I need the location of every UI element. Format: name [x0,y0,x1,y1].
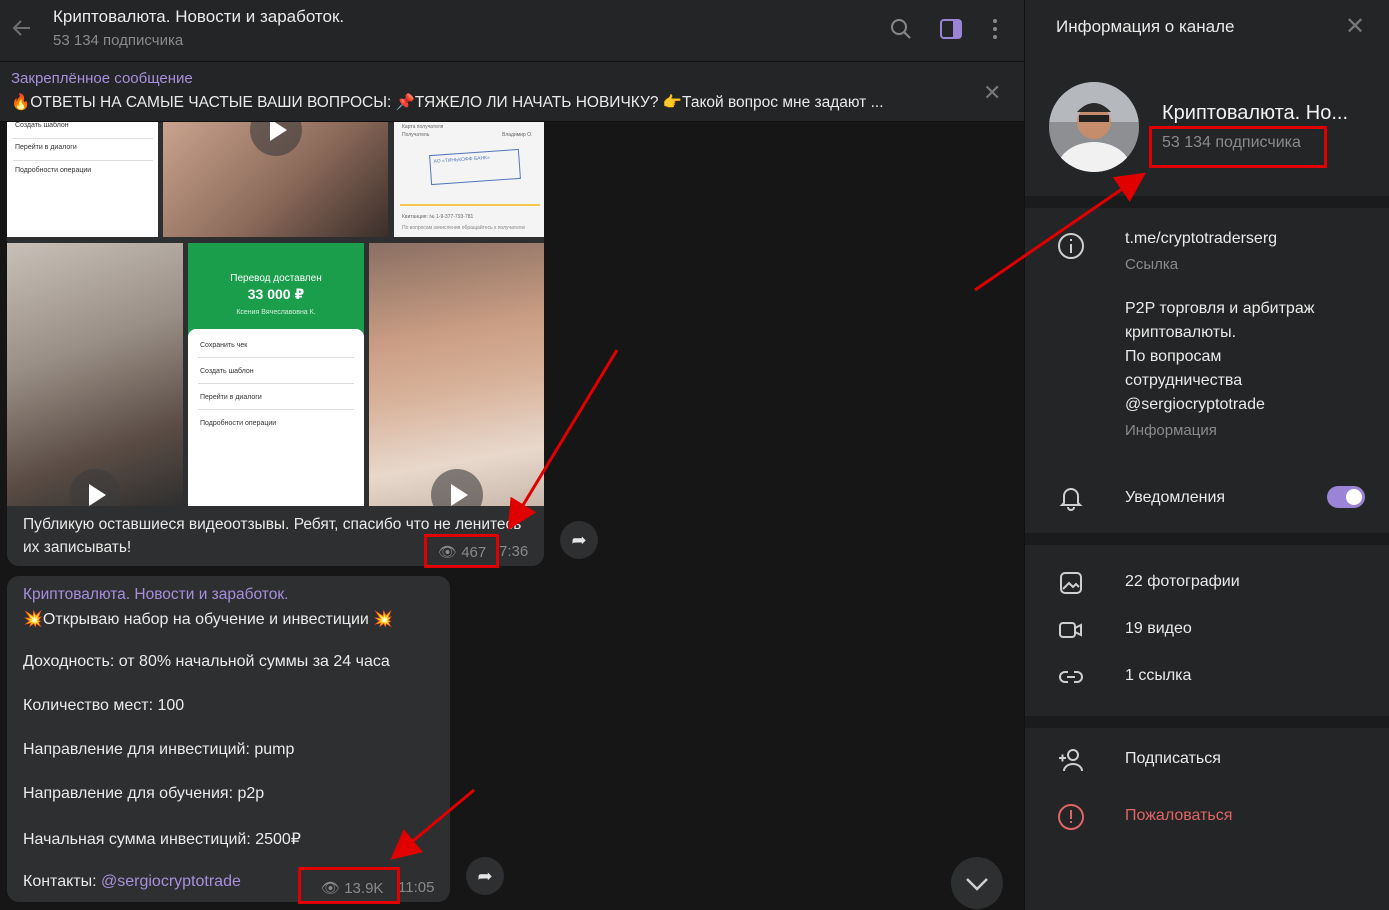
pinned-message-bar[interactable]: Закреплённое сообщение 🔥ОТВЕТЫ НА САМЫЕ … [0,62,1024,122]
notifications-toggle[interactable] [1327,486,1365,508]
doc-text: Владимир О. [502,132,533,138]
message-line: Доходность: от 80% начальной суммы за 24… [23,653,390,670]
annotation-box-views-467 [424,534,499,568]
photos-item[interactable]: 22 фотографии [1125,573,1240,591]
close-icon[interactable]: ✕ [1345,12,1365,41]
message-time: 7:36 [499,543,529,560]
video-thumbnail-man[interactable] [7,243,183,506]
doc-text: Квитанция: № 1-9-377-793-781 [402,214,474,220]
channel-link[interactable]: t.me/cryptotraderserg [1125,230,1277,248]
receipt-item: Перейти в диалоги [15,144,77,151]
close-icon[interactable]: ✕ [983,80,1001,106]
message-line: Направление для инвестиций: pump [23,741,295,758]
receipt-item: Создать шаблон [15,122,69,129]
message-author[interactable]: Криптовалюта. Новости и заработок. [23,586,288,604]
play-icon[interactable] [69,469,121,506]
receipt-item: Создать шаблон [200,368,254,375]
chevron-down-icon [966,878,988,891]
transfer-recipient: Ксения Вячеславовна К. [236,309,316,316]
bio-line: P2P торговля и арбитраж [1125,300,1315,317]
link-icon [1057,663,1085,691]
back-arrow-icon[interactable] [10,16,34,40]
doc-text: По вопросам зачисления обращайтесь к пол… [402,225,526,231]
contacts-line: Контакты: @sergiocryptotrade [23,873,241,890]
share-button[interactable]: ➦ [466,857,504,895]
annotation-box-subscribers [1149,126,1327,168]
doc-text: Карта получателя [402,124,444,130]
text-message[interactable]: Криптовалюта. Новости и заработок. 💥Откр… [7,576,450,902]
info-icon [1057,232,1085,260]
chat-subscriber-count: 53 134 подписчика [53,32,184,49]
transfer-title: Перевод доставлен [230,273,322,284]
divider [1025,196,1389,208]
scroll-down-button[interactable] [951,857,1003,909]
play-icon[interactable] [431,469,483,506]
document-scan[interactable]: Карта получателя Получатель Владимир О. … [394,122,544,237]
share-button[interactable]: ➦ [560,521,598,559]
chat-header[interactable]: Криптовалюта. Новости и заработок. 53 13… [0,0,1024,62]
chat-title[interactable]: Криптовалюта. Новости и заработок. [53,7,344,27]
bio-line: По вопросам [1125,348,1222,365]
bell-icon [1057,484,1085,512]
receipt-screenshot-small[interactable]: Создать шаблон Перейти в диалоги Подробн… [7,122,158,237]
transfer-amount: 33 000 ₽ [247,286,305,302]
play-icon[interactable] [250,122,302,156]
media-album-message[interactable]: Создать шаблон Перейти в диалоги Подробн… [7,122,544,566]
divider [1025,533,1389,545]
transfer-receipt-screenshot[interactable]: Перевод доставлен 33 000 ₽ Ксения Вячесл… [188,243,364,506]
subscribe-button[interactable]: Подписаться [1125,750,1221,768]
receipt-item: Перейти в диалоги [200,394,262,401]
message-line: Количество мест: 100 [23,697,185,714]
avatar[interactable] [1049,82,1139,172]
link-caption: Ссылка [1125,256,1179,273]
message-line: Направление для обучения: p2p [23,785,265,802]
doc-text: Получатель [402,132,430,138]
panel-title: Информация о канале [1056,17,1235,36]
add-user-icon [1057,746,1085,774]
chat-area: Криптовалюта. Новости и заработок. 53 13… [0,0,1024,910]
search-icon[interactable] [889,17,913,41]
telegram-window: Криптовалюта. Новости и заработок. 53 13… [0,0,1389,910]
videos-item[interactable]: 19 видео [1125,620,1192,638]
pinned-text[interactable]: 🔥ОТВЕТЫ НА САМЫЕ ЧАСТЫЕ ВАШИ ВОПРОСЫ: 📌Т… [11,93,884,112]
channel-name: Криптовалюта. Но... [1162,102,1348,124]
pinned-label: Закреплённое сообщение [11,70,193,87]
bank-stamp: АО «ТИНЬКОФФ БАНК» [429,148,521,186]
message-time: 11:05 [398,879,435,896]
video-icon [1057,616,1085,644]
contacts-link[interactable]: @sergiocryptotrade [101,873,241,890]
message-line: 💥Открываю набор на обучение и инвестиции… [23,611,394,628]
bio-line: криптовалюты. [1125,324,1237,341]
links-item[interactable]: 1 ссылка [1125,667,1191,685]
video-thumbnail-woman[interactable] [369,243,544,506]
more-vertical-icon[interactable] [983,17,1007,41]
video-thumbnail-child[interactable] [163,122,388,237]
annotation-box-views-13k [298,867,400,904]
divider [1025,716,1389,728]
receipt-item: Подробности операции [15,167,92,174]
receipt-item: Подробности операции [200,420,277,427]
message-line: Начальная сумма инвестиций: 2500₽ [23,831,301,848]
bio-line: сотрудничества [1125,372,1243,389]
bio-link[interactable]: @sergiocryptotrade [1125,396,1265,414]
sidebar-toggle-icon[interactable] [939,17,963,41]
notifications-label: Уведомления [1125,489,1226,506]
bio-caption: Информация [1125,422,1217,439]
photo-icon [1057,569,1085,597]
warning-icon [1057,803,1085,831]
receipt-item: Сохранить чек [200,342,248,349]
report-button[interactable]: Пожаловаться [1125,807,1232,825]
